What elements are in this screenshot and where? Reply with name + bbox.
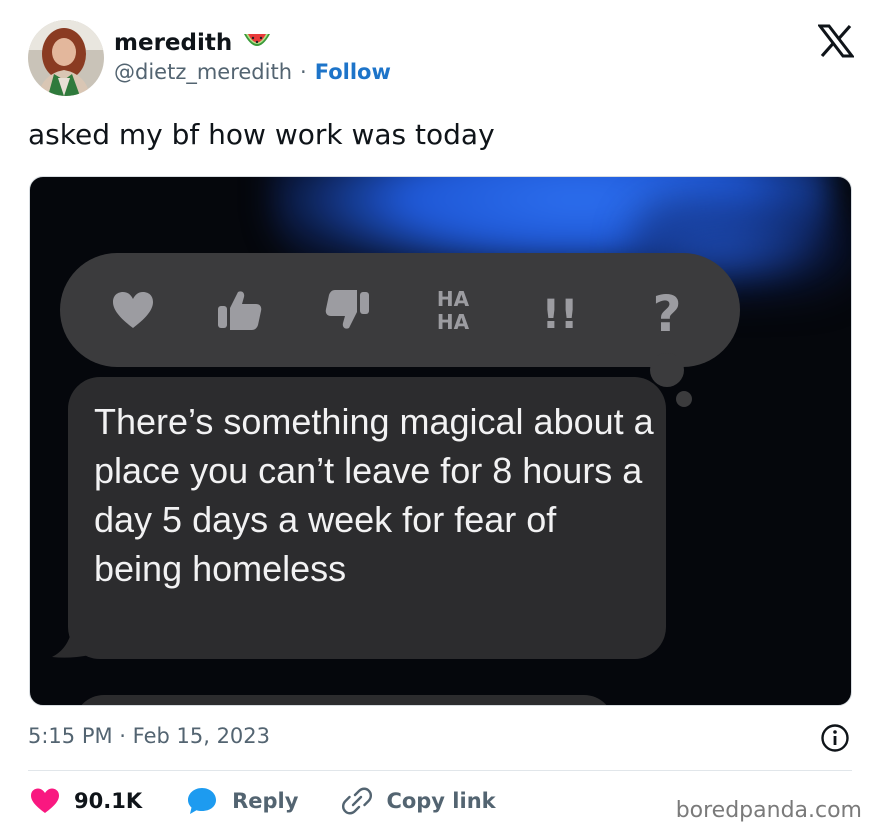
like-count: 90.1K	[74, 789, 143, 813]
copy-link-label: Copy link	[386, 789, 496, 813]
next-message-bubble	[74, 695, 614, 705]
watermark: boredpanda.com	[675, 798, 862, 823]
haha-icon[interactable]: HA HA	[423, 280, 483, 340]
follow-button[interactable]: Follow	[315, 60, 391, 84]
tapback-bubble-tail-small	[676, 391, 692, 407]
link-icon	[342, 787, 373, 815]
avatar[interactable]	[28, 20, 104, 96]
tapback-bubble-tail-large	[650, 353, 684, 387]
reply-button[interactable]: Reply	[186, 786, 298, 816]
heart-icon[interactable]	[103, 280, 163, 340]
author-handle[interactable]: @dietz_meredith	[114, 60, 292, 84]
tweet-timestamp[interactable]: 5:15 PM · Feb 15, 2023	[28, 724, 270, 748]
watermelon-icon	[242, 30, 272, 56]
haha-top-text: HA	[437, 287, 470, 311]
separator-dot: ·	[300, 60, 307, 84]
heart-filled-icon	[31, 788, 59, 813]
tweet-media-image[interactable]: HA HA !! ? There’s something magical abo…	[29, 176, 852, 706]
tapback-reaction-bar: HA HA !! ?	[60, 253, 740, 367]
message-text: There’s something magical about a place …	[94, 401, 654, 589]
copy-link-button[interactable]: Copy link	[342, 786, 496, 816]
exclamation-icon[interactable]: !!	[530, 280, 590, 340]
action-bar: 90.1K Reply Copy link	[30, 786, 540, 816]
question-text: ?	[652, 285, 681, 337]
author-display-name[interactable]: meredith	[114, 30, 232, 56]
question-icon[interactable]: ?	[637, 280, 697, 340]
info-icon[interactable]	[820, 723, 850, 753]
reply-bubble-icon	[188, 788, 217, 814]
haha-bottom-text: HA	[437, 310, 470, 334]
reply-label: Reply	[232, 789, 299, 813]
divider	[28, 770, 852, 771]
thumbs-down-icon[interactable]	[317, 280, 377, 340]
thumbs-up-icon[interactable]	[210, 280, 270, 340]
x-logo-icon[interactable]	[816, 24, 856, 58]
like-button[interactable]: 90.1K	[30, 787, 142, 815]
tweet-text: asked my bf how work was today	[28, 118, 495, 151]
exclamation-text: !!	[542, 292, 578, 336]
message-bubble-tail	[50, 629, 90, 665]
